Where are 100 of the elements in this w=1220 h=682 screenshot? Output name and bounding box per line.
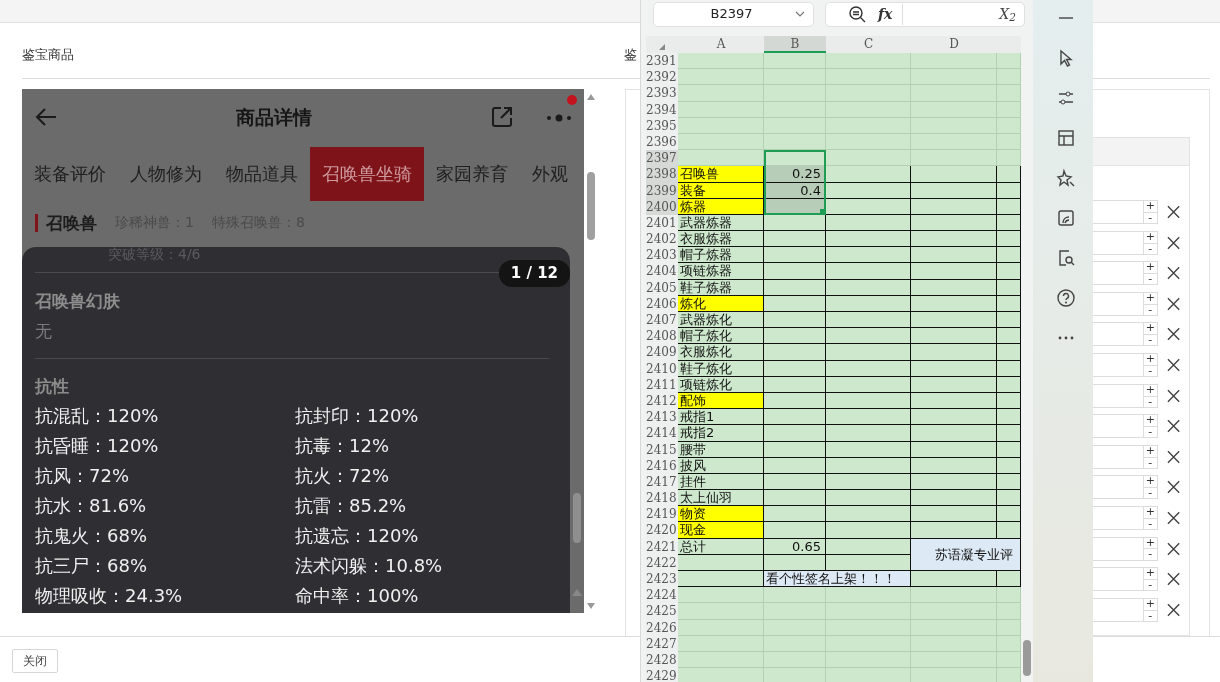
row-header[interactable]: 2393 xyxy=(646,85,678,102)
table-cell xyxy=(997,603,1021,620)
decrement-button[interactable]: - xyxy=(1143,395,1157,407)
name-box[interactable]: B2397 xyxy=(653,1,814,27)
row-header[interactable]: 2414 xyxy=(646,425,678,442)
row-header[interactable]: 2402 xyxy=(646,231,678,248)
expand-label[interactable]: X$_{2}$ xyxy=(999,3,1016,25)
decrement-button[interactable]: - xyxy=(1143,273,1157,285)
increment-button[interactable]: + xyxy=(1143,476,1157,488)
row-header[interactable]: 2425 xyxy=(646,603,678,620)
increment-button[interactable]: + xyxy=(1143,445,1157,457)
increment-button[interactable]: + xyxy=(1143,292,1157,304)
stat-text: 法术闪躲：10.8% xyxy=(295,554,444,578)
sparkle-icon[interactable] xyxy=(1056,168,1077,188)
increment-button[interactable]: + xyxy=(1143,415,1157,427)
increment-button[interactable]: + xyxy=(1143,323,1157,335)
stat-text: 抗混乱：120% xyxy=(35,404,160,428)
help-icon[interactable] xyxy=(1056,288,1077,308)
increment-button[interactable]: + xyxy=(1143,262,1157,274)
close-icon[interactable] xyxy=(1166,388,1180,403)
close-icon[interactable] xyxy=(1166,357,1180,372)
row-header[interactable]: 2391 xyxy=(646,53,678,70)
close-icon[interactable] xyxy=(1166,205,1180,219)
share-icon[interactable] xyxy=(490,105,514,129)
close-icon[interactable] xyxy=(1166,541,1180,556)
row-header[interactable]: 2419 xyxy=(646,506,678,523)
decrement-button[interactable]: - xyxy=(1143,364,1157,376)
decrement-button[interactable]: - xyxy=(1143,548,1157,560)
row-header[interactable]: 2398 xyxy=(646,166,678,183)
close-icon[interactable] xyxy=(1166,572,1180,587)
decrement-button[interactable]: - xyxy=(1143,609,1157,621)
row-header[interactable]: 2429 xyxy=(646,668,678,682)
table-cell xyxy=(764,85,826,102)
close-icon[interactable] xyxy=(1166,296,1180,311)
decrement-button[interactable]: - xyxy=(1143,487,1157,499)
close-button[interactable]: 关闭 xyxy=(12,649,58,673)
tab[interactable]: 召唤兽坐骑 xyxy=(310,146,424,201)
table-icon[interactable] xyxy=(1056,128,1077,148)
back-icon[interactable] xyxy=(34,107,58,127)
row-header[interactable]: 2420 xyxy=(646,522,678,539)
increment-button[interactable]: + xyxy=(1143,353,1157,365)
row-header[interactable]: 2418 xyxy=(646,490,678,507)
table-cell xyxy=(997,69,1021,86)
fill-handle[interactable] xyxy=(820,208,825,214)
decrement-button[interactable]: - xyxy=(1143,211,1157,223)
column-header[interactable]: A xyxy=(678,36,764,53)
decrement-button[interactable]: - xyxy=(1143,456,1157,468)
close-icon[interactable] xyxy=(1166,602,1180,617)
function-label[interactable]: fx xyxy=(878,3,904,25)
decrement-button[interactable]: - xyxy=(1143,517,1157,529)
close-icon[interactable] xyxy=(1166,266,1180,281)
close-icon[interactable] xyxy=(1166,449,1180,464)
increment-button[interactable]: + xyxy=(1143,201,1157,212)
chevron-down-icon[interactable] xyxy=(795,11,805,17)
formula-bar[interactable]: fx X$_{2}$ xyxy=(825,1,1025,27)
decrement-button[interactable]: - xyxy=(1143,426,1157,438)
row-header[interactable]: 2392 xyxy=(646,69,678,86)
stat-text: 命中率：100% xyxy=(295,584,420,608)
increment-button[interactable]: + xyxy=(1143,384,1157,396)
panel-title: 鉴 xyxy=(624,45,637,64)
close-icon[interactable] xyxy=(1166,235,1180,250)
table-cell: 现金 xyxy=(678,522,764,539)
corner-icon[interactable] xyxy=(658,42,666,51)
increment-button[interactable]: + xyxy=(1143,231,1157,243)
close-icon[interactable] xyxy=(1166,419,1180,434)
page-title: 商品详情 xyxy=(235,104,313,130)
notification-dot xyxy=(567,95,577,106)
stat-text: 抗水：81.6% xyxy=(35,494,148,518)
row-header[interactable]: 2409 xyxy=(646,344,678,361)
decrement-button[interactable]: - xyxy=(1143,303,1157,315)
search-icon[interactable] xyxy=(848,5,866,23)
row-header[interactable]: 2404 xyxy=(646,263,678,280)
decrement-button[interactable]: - xyxy=(1143,334,1157,346)
row-header[interactable]: 2423 xyxy=(646,571,678,588)
row-header[interactable]: 2407 xyxy=(646,312,678,329)
row-header[interactable]: 2408 xyxy=(646,328,678,345)
column-header[interactable]: C xyxy=(826,36,911,53)
close-icon[interactable] xyxy=(1166,327,1180,342)
increment-button[interactable]: + xyxy=(1143,537,1157,549)
more-icon[interactable] xyxy=(546,113,572,122)
scrollbar-thumb xyxy=(573,493,581,543)
close-icon[interactable] xyxy=(1166,510,1180,525)
column-header[interactable]: B xyxy=(764,36,826,53)
document-search-icon[interactable] xyxy=(1056,248,1077,268)
cell-reference: B2397 xyxy=(709,5,754,24)
column-header[interactable]: D xyxy=(911,36,997,53)
row-header[interactable]: 2424 xyxy=(646,587,678,604)
decrement-button[interactable]: - xyxy=(1143,579,1157,591)
stat-text: 抗雷：85.2% xyxy=(295,494,408,518)
image-icon[interactable] xyxy=(1056,208,1077,228)
increment-button[interactable]: + xyxy=(1143,506,1157,518)
row-header[interactable]: 2403 xyxy=(646,247,678,264)
table-cell: 看个性签名上架！！！ xyxy=(764,571,911,588)
increment-button[interactable]: + xyxy=(1143,598,1157,610)
decrement-button[interactable]: - xyxy=(1143,242,1157,254)
row-header[interactable]: 2413 xyxy=(646,409,678,426)
close-icon[interactable] xyxy=(1166,480,1180,495)
table-cell: 武器炼化 xyxy=(678,312,764,329)
increment-button[interactable]: + xyxy=(1143,568,1157,580)
row-header[interactable]: 2397 xyxy=(646,150,678,167)
